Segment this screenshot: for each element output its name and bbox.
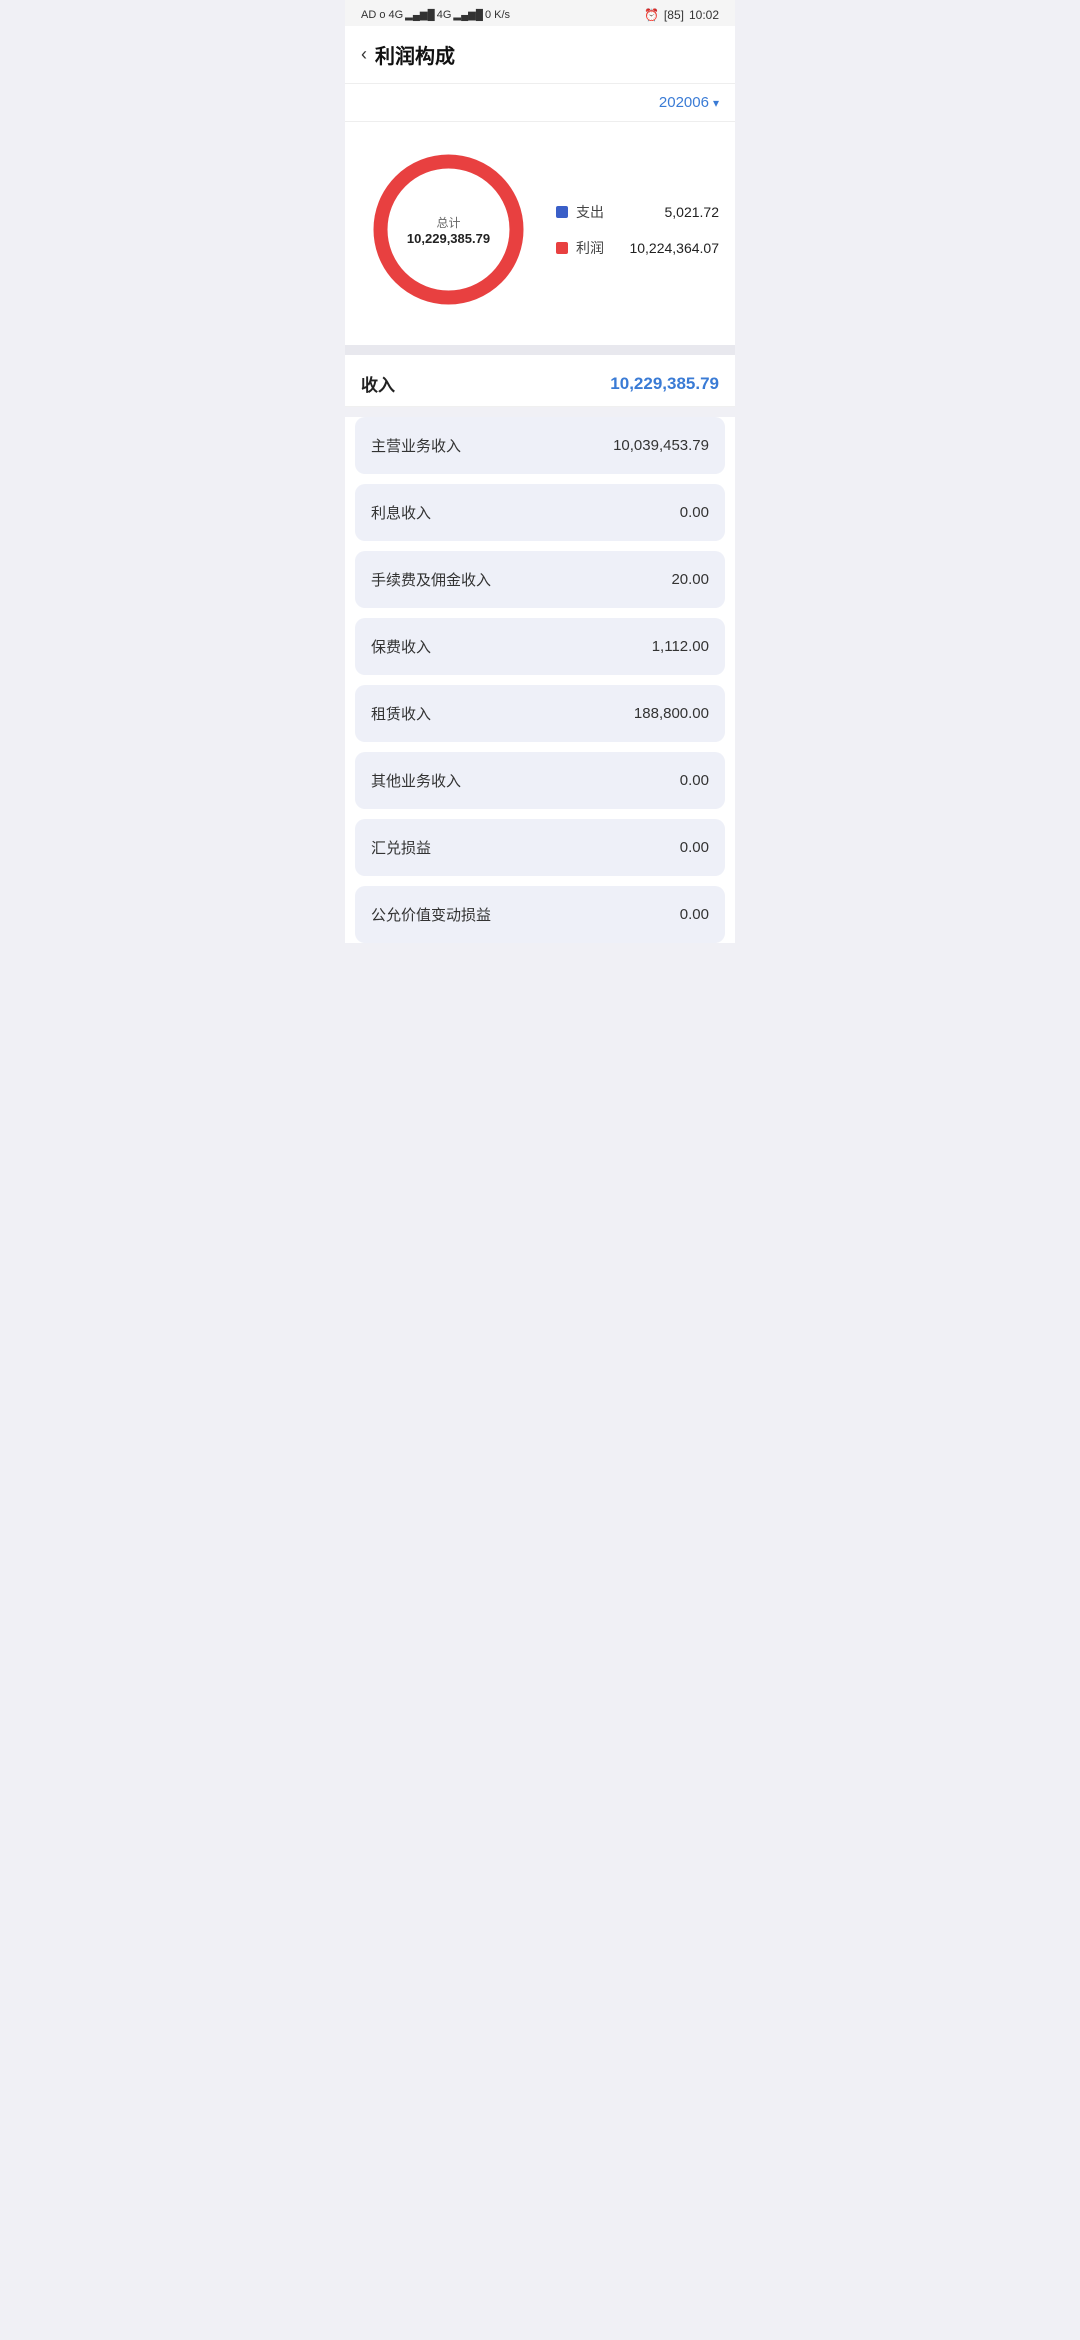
- item-value: 1,112.00: [652, 638, 709, 655]
- item-name: 其他业务收入: [371, 770, 461, 791]
- donut-chart: 总计 10,229,385.79: [361, 142, 536, 317]
- legend-dot: [556, 242, 568, 254]
- period-selector: 202006 ▾: [345, 84, 735, 122]
- item-name: 手续费及佣金收入: [371, 569, 491, 590]
- table-row[interactable]: 租赁收入 188,800.00: [355, 685, 725, 742]
- legend-item: 利润 10,224,364.07: [556, 238, 719, 258]
- items-list: 主营业务收入 10,039,453.79 利息收入 0.00 手续费及佣金收入 …: [345, 417, 735, 943]
- table-row[interactable]: 利息收入 0.00: [355, 484, 725, 541]
- item-value: 0.00: [680, 504, 709, 521]
- section-divider: [345, 345, 735, 355]
- table-row[interactable]: 保费收入 1,112.00: [355, 618, 725, 675]
- item-value: 20.00: [671, 571, 709, 588]
- item-value: 0.00: [680, 839, 709, 856]
- legend-label: 支出: [576, 202, 604, 222]
- back-button[interactable]: ‹: [361, 44, 367, 65]
- item-value: 188,800.00: [634, 705, 709, 722]
- table-row[interactable]: 其他业务收入 0.00: [355, 752, 725, 809]
- status-left: AD o 4G ▂▄▆█ 4G ▂▄▆█ 0 K/s: [361, 9, 510, 21]
- table-row[interactable]: 主营业务收入 10,039,453.79: [355, 417, 725, 474]
- page-title: 利润构成: [375, 40, 455, 69]
- item-name: 汇兑损益: [371, 837, 431, 858]
- item-name: 租赁收入: [371, 703, 431, 724]
- donut-center: 总计 10,229,385.79: [407, 214, 490, 246]
- legend-dot: [556, 206, 568, 218]
- nav-bar: ‹ 利润构成: [345, 26, 735, 84]
- item-value: 0.00: [680, 772, 709, 789]
- donut-center-label: 总计: [407, 214, 490, 231]
- status-right: ⏰ [85] 10:02: [644, 8, 719, 22]
- status-ad: AD o: [361, 9, 385, 21]
- legend-item: 支出 5,021.72: [556, 202, 719, 222]
- chevron-down-icon: ▾: [713, 96, 719, 110]
- table-row[interactable]: 手续费及佣金收入 20.00: [355, 551, 725, 608]
- donut-center-value: 10,229,385.79: [407, 231, 490, 246]
- item-name: 保费收入: [371, 636, 431, 657]
- time-display: 10:02: [689, 8, 719, 22]
- income-label: 收入: [361, 371, 395, 396]
- legend-value: 10,224,364.07: [629, 240, 719, 256]
- table-row[interactable]: 公允价值变动损益 0.00: [355, 886, 725, 943]
- battery-indicator: [85]: [664, 8, 684, 22]
- chart-section: 总计 10,229,385.79 支出 5,021.72 利润 10,224,3…: [345, 122, 735, 345]
- item-name: 公允价值变动损益: [371, 904, 491, 925]
- period-dropdown[interactable]: 202006 ▾: [659, 94, 719, 111]
- income-total-value: 10,229,385.79: [610, 374, 719, 394]
- legend-label: 利润: [576, 238, 604, 258]
- period-value: 202006: [659, 94, 709, 111]
- legend-value: 5,021.72: [665, 204, 720, 220]
- status-bar: AD o 4G ▂▄▆█ 4G ▂▄▆█ 0 K/s ⏰ [85] 10:02: [345, 0, 735, 26]
- item-name: 利息收入: [371, 502, 431, 523]
- item-name: 主营业务收入: [371, 435, 461, 456]
- item-value: 0.00: [680, 906, 709, 923]
- income-header: 收入 10,229,385.79: [345, 355, 735, 407]
- table-row[interactable]: 汇兑损益 0.00: [355, 819, 725, 876]
- signal-icons: 4G ▂▄▆█ 4G ▂▄▆█ 0 K/s: [388, 9, 510, 21]
- chart-legend: 支出 5,021.72 利润 10,224,364.07: [536, 202, 719, 258]
- item-value: 10,039,453.79: [613, 437, 709, 454]
- alarm-icon: ⏰: [644, 8, 659, 22]
